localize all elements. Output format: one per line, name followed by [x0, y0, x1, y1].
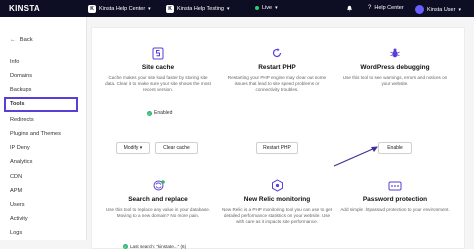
bell-icon[interactable]: [346, 5, 353, 12]
sidebar-item-users[interactable]: Users: [10, 202, 25, 208]
site-selector-2[interactable]: K Kinsta Help Testing ▾: [166, 5, 230, 13]
back-link[interactable]: ← Back: [10, 37, 33, 43]
last-search-status: ✓ Last search: "kinstate..." (6): [123, 244, 186, 249]
user-menu[interactable]: Kinsta User ▾: [415, 5, 461, 14]
sidebar-item-info[interactable]: Info: [10, 59, 19, 65]
new-relic-title: New Relic monitoring: [243, 196, 311, 203]
sidebar-item-cdn[interactable]: CDN: [10, 174, 22, 180]
search-replace-tool: Search and replace Use this tool to repl…: [103, 178, 213, 219]
chevron-down-icon: ▾: [148, 6, 151, 12]
search-replace-title: Search and replace: [128, 196, 188, 203]
check-icon: ✓: [123, 244, 128, 249]
sidebar-item-ip-deny[interactable]: IP Deny: [10, 145, 30, 151]
password-icon: [388, 178, 402, 192]
sidebar-item-backups[interactable]: Backups: [10, 87, 31, 93]
environment-selector[interactable]: Live ▾: [255, 5, 278, 11]
live-status-dot: [255, 6, 259, 10]
check-icon: ✓: [147, 110, 152, 116]
sidebar-item-logs[interactable]: Logs: [10, 230, 22, 236]
chevron-down-icon: ▾: [226, 6, 230, 12]
chevron-down-icon: ▾: [275, 5, 278, 11]
sidebar-item-analytics[interactable]: Analytics: [10, 159, 32, 165]
kinsta-logo[interactable]: KINSTA: [9, 4, 40, 13]
wordpress-debugging-title: WordPress debugging: [360, 64, 430, 71]
avatar: [415, 5, 424, 14]
site-name-2: Kinsta Help Testing: [177, 6, 224, 12]
restart-icon: [270, 46, 284, 60]
enable-debugging-button[interactable]: Enable: [378, 142, 412, 154]
back-label: Back: [19, 37, 33, 43]
site-cache-desc: Cache makes your site load faster by sto…: [105, 75, 211, 93]
cache-status: ✓ Enabled: [147, 110, 172, 116]
sidebar-item-apm[interactable]: APM: [10, 188, 22, 194]
password-protection-desc: Add simple .htpasswd protection to your …: [340, 207, 450, 212]
last-search-label: Last search: "kinstate..." (6): [130, 244, 187, 249]
help-center-label: Help Center: [374, 5, 404, 11]
site-cache-title: Site cache: [141, 64, 175, 71]
site-cache-tool: Site cache Cache makes your site load fa…: [103, 46, 213, 94]
sidebar-item-plugins-themes[interactable]: Plugins and Themes: [10, 131, 61, 137]
site-name-1: Kinsta Help Center: [99, 6, 146, 12]
cache-icon: [151, 46, 165, 60]
wordpress-debugging-tool: WordPress debugging Use this tool to see…: [340, 46, 450, 87]
wordpress-debugging-desc: Use this tool to see warnings, errors an…: [342, 75, 448, 87]
sidebar-item-redirects[interactable]: Redirects: [10, 117, 34, 123]
modify-label: Modify: [123, 145, 139, 151]
site-selector-1[interactable]: K Kinsta Help Center ▾: [88, 5, 151, 13]
help-icon: ?: [368, 5, 372, 11]
restart-php-desc: Restarting your PHP engine may clear out…: [227, 75, 327, 93]
search-replace-desc: Use this tool to replace any value in yo…: [105, 207, 211, 219]
bug-icon: [388, 46, 402, 60]
annotation-arrow-icon: [333, 146, 378, 167]
restart-php-tool: Restart PHP Restarting your PHP engine m…: [222, 46, 332, 94]
new-relic-tool: New Relic monitoring New Relic is a PHP …: [222, 178, 332, 226]
cache-status-label: Enabled: [154, 110, 173, 116]
environment-label: Live: [262, 5, 273, 11]
sidebar-item-tools[interactable]: Tools: [4, 97, 78, 112]
clear-cache-button[interactable]: Clear cache: [155, 142, 198, 154]
arrow-left-icon: ←: [10, 37, 16, 43]
top-bar: KINSTA K Kinsta Help Center ▾ K Kinsta H…: [0, 0, 474, 17]
site-icon: K: [166, 5, 174, 13]
main-content: Site cache Cache makes your site load fa…: [86, 17, 474, 249]
new-relic-desc: New Relic is a PHP monitoring tool you c…: [222, 207, 332, 225]
sidebar-item-activity[interactable]: Activity: [10, 216, 28, 222]
site-icon: K: [88, 5, 96, 13]
restart-php-button[interactable]: Restart PHP: [256, 142, 298, 154]
sidebar: ← Back Info Domains Backups Tools Redire…: [0, 17, 87, 240]
chevron-down-icon: ▾: [458, 6, 461, 13]
sidebar-item-domains[interactable]: Domains: [10, 73, 32, 79]
chevron-down-icon: ▾: [139, 145, 143, 151]
search-replace-icon: [151, 178, 165, 192]
modify-button[interactable]: Modify ▾: [116, 142, 150, 154]
password-protection-title: Password protection: [362, 196, 428, 203]
new-relic-icon: [270, 178, 284, 192]
help-center-link[interactable]: ? Help Center: [368, 5, 404, 11]
user-name: Kinsta User: [427, 6, 456, 13]
password-protection-tool: Password protection Add simple .htpasswd…: [340, 178, 450, 213]
restart-php-title: Restart PHP: [258, 64, 296, 71]
